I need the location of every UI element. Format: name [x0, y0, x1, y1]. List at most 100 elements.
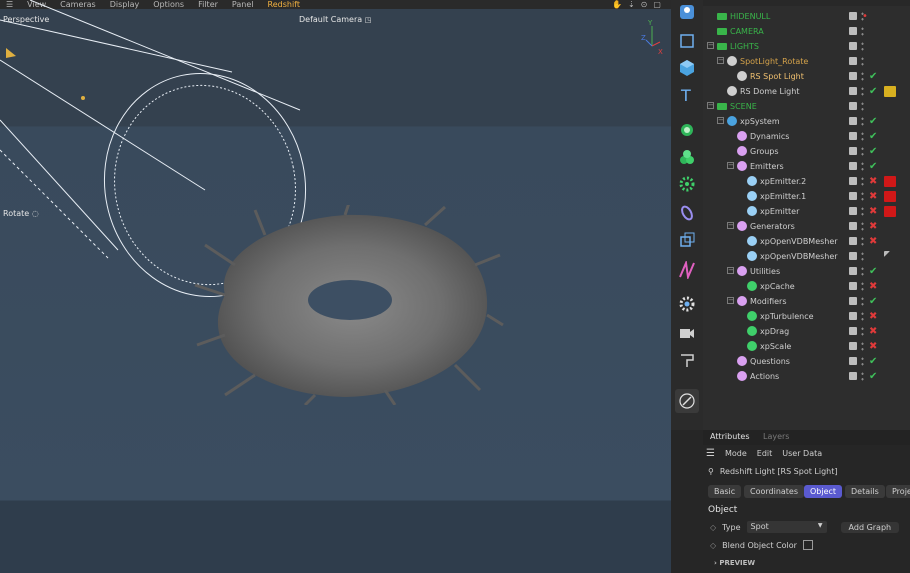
layer-swatch[interactable] — [849, 357, 857, 365]
layer-swatch[interactable] — [849, 252, 857, 260]
menu-edit[interactable]: Edit — [757, 449, 773, 458]
visibility-dots-icon[interactable] — [861, 116, 864, 127]
layer-swatch[interactable] — [849, 12, 857, 20]
object-row[interactable]: xpDrag ✖ — [703, 324, 910, 339]
preview-section[interactable]: › PREVIEW — [714, 559, 755, 567]
visibility-dots-icon[interactable] — [861, 176, 864, 187]
enabled-check-icon[interactable]: ✔ — [869, 84, 877, 99]
visibility-dots-icon[interactable] — [861, 281, 864, 292]
disabled-cross-icon[interactable]: ✖ — [869, 174, 877, 189]
subtab-coordinates[interactable]: Coordinates — [744, 485, 805, 498]
object-name[interactable]: xpOpenVDBMesher — [760, 234, 838, 249]
visibility-dots-icon[interactable] — [861, 206, 864, 217]
disabled-cross-icon[interactable]: ✖ — [869, 324, 877, 339]
blend-checkbox[interactable] — [802, 540, 813, 550]
object-row[interactable]: xpCache ✖ — [703, 279, 910, 294]
visibility-dots-icon[interactable] — [861, 41, 864, 52]
visibility-dots-icon[interactable] — [861, 326, 864, 337]
tab-attributes[interactable]: Attributes — [710, 432, 750, 441]
disabled-cross-icon[interactable]: ✖ — [869, 219, 877, 234]
floor-tool-icon[interactable] — [675, 348, 699, 372]
object-row[interactable]: − xpSystem ✔ — [703, 114, 910, 129]
tool-selection-icon[interactable] — [675, 0, 699, 24]
menu-user-data[interactable]: User Data — [782, 449, 822, 458]
layer-swatch[interactable] — [849, 162, 857, 170]
object-row[interactable]: Actions ✔ — [703, 369, 910, 384]
layer-swatch[interactable] — [849, 132, 857, 140]
visibility-dots-icon[interactable] — [861, 356, 864, 367]
object-name[interactable]: xpOpenVDBMesher — [760, 249, 838, 264]
object-name[interactable]: Modifiers — [750, 294, 787, 309]
object-name[interactable]: Questions — [750, 354, 790, 369]
layer-swatch[interactable] — [849, 327, 857, 335]
visibility-dots-icon[interactable] — [861, 26, 864, 37]
expand-toggle-icon[interactable]: − — [727, 222, 734, 229]
red-tag-icon[interactable] — [884, 206, 896, 217]
object-row[interactable]: − SpotLight_Rotate — [703, 54, 910, 69]
object-name[interactable]: SpotLight_Rotate — [740, 54, 808, 69]
object-row[interactable]: xpTurbulence ✖ — [703, 309, 910, 324]
visibility-dots-icon[interactable] — [861, 296, 864, 307]
object-name[interactable]: Groups — [750, 144, 779, 159]
disabled-cross-icon[interactable]: ✖ — [869, 204, 877, 219]
red-dot-icon[interactable]: • — [862, 9, 868, 24]
object-name[interactable]: SCENE — [730, 99, 757, 114]
object-name[interactable]: CAMERA — [730, 24, 764, 39]
layer-swatch[interactable] — [849, 72, 857, 80]
mograph-icon[interactable] — [675, 145, 699, 169]
tab-layers[interactable]: Layers — [763, 432, 789, 441]
object-name[interactable]: xpTurbulence — [760, 309, 814, 324]
object-row[interactable]: Questions ✔ — [703, 354, 910, 369]
layer-swatch[interactable] — [849, 57, 857, 65]
layer-swatch[interactable] — [849, 192, 857, 200]
visibility-dots-icon[interactable] — [861, 56, 864, 67]
layer-swatch[interactable] — [849, 177, 857, 185]
red-tag-icon[interactable] — [884, 176, 896, 187]
visibility-dots-icon[interactable] — [861, 311, 864, 322]
disabled-cross-icon[interactable]: ✖ — [869, 339, 877, 354]
object-name[interactable]: Generators — [750, 219, 795, 234]
layer-swatch[interactable] — [849, 117, 857, 125]
object-row[interactable]: − LIGHTS — [703, 39, 910, 54]
enabled-check-icon[interactable]: ✔ — [869, 264, 877, 279]
layer-swatch[interactable] — [849, 42, 857, 50]
object-name[interactable]: xpCache — [760, 279, 795, 294]
visibility-dots-icon[interactable] — [861, 161, 864, 172]
object-row[interactable]: xpEmitter.2 ✖ — [703, 174, 910, 189]
subtab-basic[interactable]: Basic — [708, 485, 742, 498]
expand-toggle-icon[interactable]: − — [727, 297, 734, 304]
cube-outline-icon[interactable] — [675, 29, 699, 53]
visibility-dots-icon[interactable] — [861, 251, 864, 262]
layer-swatch[interactable] — [849, 312, 857, 320]
yellow-tag-icon[interactable] — [884, 86, 896, 97]
expand-toggle-icon[interactable]: − — [717, 57, 724, 64]
deformer-icon[interactable] — [675, 201, 699, 225]
object-name[interactable]: xpDrag — [760, 324, 789, 339]
disabled-cross-icon[interactable]: ✖ — [869, 189, 877, 204]
expand-toggle-icon[interactable]: − — [707, 42, 714, 49]
object-row[interactable]: − Modifiers ✔ — [703, 294, 910, 309]
object-row[interactable]: Dynamics ✔ — [703, 129, 910, 144]
object-row[interactable]: − Emitters ✔ — [703, 159, 910, 174]
add-graph-button[interactable]: Add Graph — [840, 521, 900, 533]
layer-swatch[interactable] — [849, 27, 857, 35]
object-row[interactable]: xpEmitter.1 ✖ — [703, 189, 910, 204]
object-row[interactable]: RS Spot Light ✔ — [703, 69, 910, 84]
keyframe-diamond-icon[interactable]: ◇ — [710, 541, 716, 550]
enabled-check-icon[interactable]: ✔ — [869, 129, 877, 144]
object-name[interactable]: HIDENULL — [730, 9, 770, 24]
visibility-dots-icon[interactable] — [861, 236, 864, 247]
object-name[interactable]: Utilities — [750, 264, 780, 279]
object-row[interactable]: − Utilities ✔ — [703, 264, 910, 279]
expand-toggle-icon[interactable]: − — [717, 117, 724, 124]
object-name[interactable]: Actions — [750, 369, 779, 384]
menu-mode[interactable]: Mode — [725, 449, 747, 458]
visibility-dots-icon[interactable] — [861, 341, 864, 352]
expand-toggle-icon[interactable]: − — [707, 102, 714, 109]
red-tag-icon[interactable] — [884, 191, 896, 202]
object-row[interactable]: xpScale ✖ — [703, 339, 910, 354]
expand-toggle-icon[interactable]: − — [727, 162, 734, 169]
layer-swatch[interactable] — [849, 147, 857, 155]
enabled-check-icon[interactable]: ✔ — [869, 369, 877, 384]
object-row[interactable]: xpOpenVDBMesher — [703, 249, 910, 264]
